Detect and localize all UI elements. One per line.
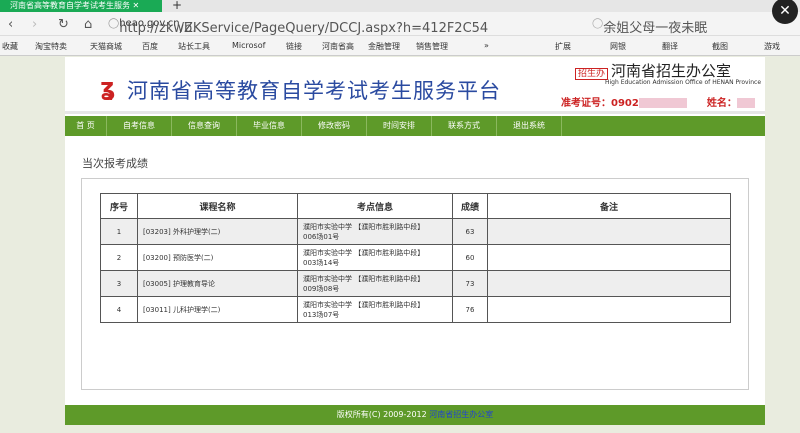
course-name: [03200] 预防医学(二) <box>137 244 298 271</box>
nav-home[interactable]: 首 页 <box>65 116 107 136</box>
nav-info[interactable]: 自考信息 <box>107 116 172 136</box>
nav-password[interactable]: 修改密码 <box>302 116 367 136</box>
toolbar-item[interactable]: 网银 <box>610 41 626 52</box>
course-name: [03011] 儿科护理学(二) <box>137 296 298 323</box>
nav-graduation[interactable]: 毕业信息 <box>237 116 302 136</box>
site-header: ʓ 河南省高等教育自学考试考生服务平台 招生办 河南省招生办公室 High Edu… <box>65 57 765 114</box>
bookmarks-bar: 收藏 淘宝特卖 天猫商城 百度 站长工具 Microsof 链接 河南省高 金融… <box>0 36 800 56</box>
bookmark[interactable]: 销售管理 <box>416 41 448 52</box>
nav-schedule[interactable]: 时间安排 <box>367 116 432 136</box>
exam-site: 濮阳市实验中学 【濮阳市胜利路中段】 013场07号 <box>297 296 453 323</box>
section-title: 当次报考成绩 <box>82 157 148 170</box>
nav-contact[interactable]: 联系方式 <box>432 116 497 136</box>
url-input[interactable]: ◯ http://zkwb. heao.gov.cn/ZKService/PageQ… <box>108 16 528 36</box>
browser-tabbar: 河南省高等教育自学考试考生服务 ✕ + <box>0 0 800 12</box>
score: 76 <box>452 296 488 323</box>
course-name: [03005] 护理教育导论 <box>137 270 298 297</box>
row-no: 1 <box>100 218 138 245</box>
row-no: 4 <box>100 296 138 323</box>
bookmark[interactable]: Microsof <box>232 41 265 50</box>
col-header: 序号 <box>100 193 138 219</box>
bookmark[interactable]: 金融管理 <box>368 41 400 52</box>
bookmark[interactable]: 收藏 <box>2 41 18 52</box>
exam-site: 濮阳市实验中学 【濮阳市胜利路中段】 006场01号 <box>297 218 453 245</box>
score: 60 <box>452 244 488 271</box>
table-row: 4 [03011] 儿科护理学(二) 濮阳市实验中学 【濮阳市胜利路中段】 013… <box>100 296 731 323</box>
org-en: High Education Admission Office of HENAN… <box>605 79 762 86</box>
col-header: 课程名称 <box>137 193 298 219</box>
bookmark[interactable]: 天猫商城 <box>90 41 122 52</box>
bookmark[interactable]: 百度 <box>142 41 158 52</box>
new-tab-button[interactable]: + <box>172 0 182 12</box>
exam-site: 濮阳市实验中学 【濮阳市胜利路中段】 003场14号 <box>297 244 453 271</box>
user-info: 准考证号：0902 姓名： <box>561 94 755 109</box>
bookmark[interactable]: 河南省高 <box>322 41 354 52</box>
table-row: 2 [03200] 预防医学(二) 濮阳市实验中学 【濮阳市胜利路中段】 003场… <box>100 244 731 271</box>
forward-icon[interactable]: › <box>32 17 37 32</box>
note <box>487 270 731 297</box>
row-no: 2 <box>100 244 138 271</box>
org-name: 招生办 河南省招生办公室 <box>575 60 731 81</box>
reload-icon[interactable]: ↻ <box>58 17 69 32</box>
main-nav: 首 页 自考信息 信息查询 毕业信息 修改密码 时间安排 联系方式 退出系统 <box>65 116 765 136</box>
toolbar-item[interactable]: 截图 <box>712 41 728 52</box>
col-header: 备注 <box>487 193 731 219</box>
browser-tab[interactable]: 河南省高等教育自学考试考生服务 ✕ <box>0 0 162 12</box>
course-name: [03203] 外科护理学(二) <box>137 218 298 245</box>
footer-link[interactable]: 河南省招生办公室 <box>429 410 493 419</box>
nav-logout[interactable]: 退出系统 <box>497 116 562 136</box>
site-title: 河南省高等教育自学考试考生服务平台 <box>127 79 501 103</box>
bookmark[interactable]: 站长工具 <box>178 41 210 52</box>
footer: 版权所有(C) 2009-2012 河南省招生办公室 <box>65 405 765 425</box>
bookmark[interactable]: 淘宝特卖 <box>35 41 67 52</box>
row-no: 3 <box>100 270 138 297</box>
note <box>487 244 731 271</box>
note <box>487 296 731 323</box>
more-bookmarks[interactable]: » <box>484 41 489 50</box>
col-header: 考点信息 <box>297 193 453 219</box>
table-row: 1 [03203] 外科护理学(二) 濮阳市实验中学 【濮阳市胜利路中段】 006… <box>100 218 731 245</box>
exam-site: 濮阳市实验中学 【濮阳市胜利路中段】 009场08号 <box>297 270 453 297</box>
toolbar-item[interactable]: 翻译 <box>662 41 678 52</box>
nav-query[interactable]: 信息查询 <box>172 116 237 136</box>
toolbar-item[interactable]: 游戏 <box>764 41 780 52</box>
address-bar-row: ‹ › ↻ ⌂ ◯ http://zkwb. heao.gov.cn/ZKServi… <box>0 12 800 36</box>
search-input[interactable]: ◯ 余姐父母一夜未眠 <box>592 16 767 36</box>
home-icon[interactable]: ⌂ <box>84 17 92 32</box>
score: 73 <box>452 270 488 297</box>
table-row: 3 [03005] 护理教育导论 濮阳市实验中学 【濮阳市胜利路中段】 009场0… <box>100 270 731 297</box>
toolbar-item[interactable]: 扩展 <box>555 41 571 52</box>
col-header: 成绩 <box>452 193 488 219</box>
score-table: 序号 课程名称 考点信息 成绩 备注 1 [03203] 外科护理学(二) 濮阳… <box>100 193 731 323</box>
score: 63 <box>452 218 488 245</box>
bookmark[interactable]: 链接 <box>286 41 302 52</box>
logo-icon: ʓ <box>100 73 116 101</box>
note <box>487 218 731 245</box>
back-icon[interactable]: ‹ <box>8 17 13 32</box>
